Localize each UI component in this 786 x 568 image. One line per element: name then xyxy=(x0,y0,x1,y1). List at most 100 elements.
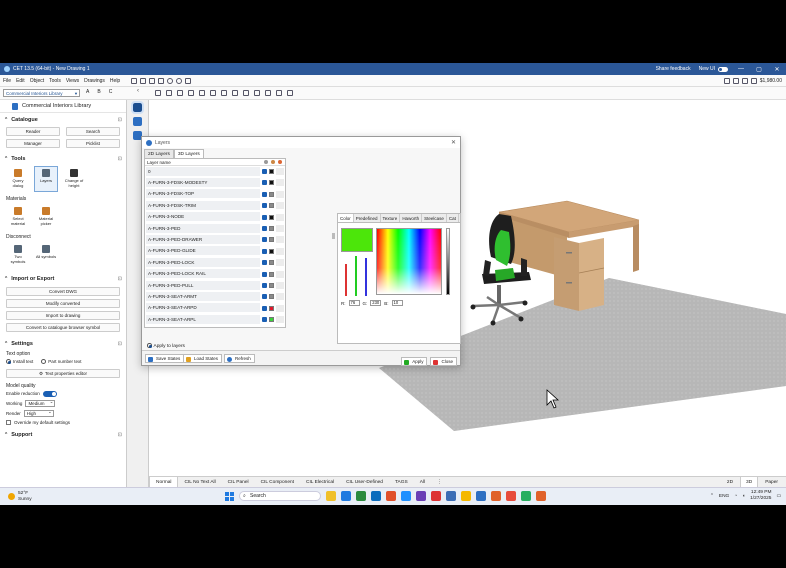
grid-icon[interactable] xyxy=(723,77,730,84)
zoom-out-icon[interactable] xyxy=(177,90,183,96)
tab-texture[interactable]: Texture xyxy=(381,214,401,222)
align-icon[interactable] xyxy=(254,90,260,96)
g-input[interactable]: 230 xyxy=(370,300,382,306)
modify-converted-button[interactable]: Modify converted xyxy=(6,299,120,308)
layer-color-swatch[interactable] xyxy=(269,260,274,266)
chevron-up-icon[interactable]: ⌃ xyxy=(710,494,714,499)
tab-c[interactable]: C xyxy=(109,89,113,95)
file-explorer-icon[interactable] xyxy=(326,491,336,501)
pin-icon[interactable]: ⊡ xyxy=(118,117,122,123)
layer-row[interactable]: A-FURN-3-PED xyxy=(145,223,285,235)
change-of-height-tool[interactable]: Change of height xyxy=(62,166,86,192)
close-icon[interactable]: ✕ xyxy=(451,139,456,146)
layer-material-cell[interactable] xyxy=(276,304,284,312)
app-icon-14[interactable] xyxy=(521,491,531,501)
app-icon-12[interactable] xyxy=(491,491,501,501)
layer-material-cell[interactable] xyxy=(276,247,284,255)
wifi-icon[interactable]: ◔ xyxy=(734,494,737,499)
install-text-radio[interactable]: Install text xyxy=(6,359,33,365)
blue-slider[interactable] xyxy=(365,258,367,296)
layer-material-cell[interactable] xyxy=(276,168,284,175)
manager-button[interactable]: Manager xyxy=(6,139,60,148)
layout-icon[interactable] xyxy=(732,77,739,84)
properties-tab-icon[interactable] xyxy=(133,117,142,126)
layer-material-cell[interactable] xyxy=(276,236,284,244)
layer-color-swatch[interactable] xyxy=(269,294,274,300)
layer-visible-checkbox[interactable] xyxy=(262,294,267,300)
menu-object[interactable]: Object xyxy=(30,78,44,84)
rgb-sliders[interactable] xyxy=(343,254,373,296)
cet-icon[interactable] xyxy=(476,491,486,501)
layer-visible-checkbox[interactable] xyxy=(262,191,267,197)
part-number-text-radio[interactable]: Part number text xyxy=(41,359,82,365)
layer-color-swatch[interactable] xyxy=(269,180,274,186)
layers-tool[interactable]: Layers xyxy=(34,166,58,192)
material-picker-tool[interactable]: Material picker xyxy=(34,204,58,230)
minimize-button[interactable]: — xyxy=(736,66,746,72)
clock[interactable]: 12:49 PM 1/27/2025 xyxy=(750,490,771,502)
notification-icon[interactable]: ▭ xyxy=(776,494,781,499)
app-icon-10[interactable] xyxy=(461,491,471,501)
layer-material-cell[interactable] xyxy=(276,270,284,278)
layer-row[interactable]: A-FURN-3-PED-GLIDE xyxy=(145,246,285,258)
reader-button[interactable]: Reader xyxy=(6,127,60,136)
layer-material-cell[interactable] xyxy=(276,202,284,210)
tab-normal[interactable]: Normal xyxy=(149,476,179,488)
move-icon[interactable] xyxy=(265,90,271,96)
color-spectrum[interactable] xyxy=(376,228,442,295)
layer-row[interactable]: A-FURN-3-FDSK-MODESTY xyxy=(145,177,285,189)
new-file-icon[interactable] xyxy=(131,77,138,84)
tab-cil-electrical[interactable]: CIL Electrical xyxy=(300,477,340,488)
convert-dwg-button[interactable]: Convert DWG xyxy=(6,287,120,296)
zoom-window-icon[interactable] xyxy=(199,90,205,96)
splitter[interactable] xyxy=(332,149,336,343)
layer-row[interactable]: A-FURN-3-PED-LOCK xyxy=(145,257,285,269)
tab-2d-layers[interactable]: 2D Layers xyxy=(144,149,174,158)
zoom-in-icon[interactable] xyxy=(166,90,172,96)
load-states-button[interactable]: Load States xyxy=(183,354,223,363)
app-icon-3[interactable] xyxy=(356,491,366,501)
layer-row[interactable]: A-FURN-3-SEAT-ARMT xyxy=(145,291,285,303)
maximize-button[interactable]: ▢ xyxy=(754,66,764,73)
layer-visible-checkbox[interactable] xyxy=(262,203,267,209)
menu-file[interactable]: File xyxy=(3,78,11,84)
tab-a[interactable]: A xyxy=(86,89,89,95)
collapse-panel-icon[interactable]: ‹ xyxy=(137,88,139,94)
pin-icon[interactable]: ⊡ xyxy=(118,156,122,162)
pan-icon[interactable] xyxy=(155,90,161,96)
menu-edit[interactable]: Edit xyxy=(16,78,25,84)
weather-widget[interactable]: 52°F Sunny xyxy=(8,491,32,502)
tab-tags[interactable]: TAGS xyxy=(389,477,414,488)
query-dialog-tool[interactable]: Query dialog xyxy=(6,166,30,192)
layer-visible-checkbox[interactable] xyxy=(262,282,267,288)
volume-icon[interactable]: ◖ xyxy=(742,494,745,499)
layer-row[interactable]: A-FURN-3-NODE xyxy=(145,212,285,223)
enable-reduction-toggle[interactable] xyxy=(42,390,57,397)
view-2d-tab[interactable]: 2D xyxy=(722,477,738,488)
chrome-icon[interactable] xyxy=(386,491,396,501)
tab-cil-panel[interactable]: CIL Panel xyxy=(222,477,255,488)
chevron-up-icon[interactable]: ⌃ xyxy=(4,117,8,123)
redo-icon[interactable] xyxy=(176,77,183,84)
view-options-icon[interactable] xyxy=(185,77,192,84)
layer-color-swatch[interactable] xyxy=(269,237,274,243)
print-icon[interactable] xyxy=(158,77,165,84)
layer-row[interactable]: A-FURN-3-SEAT-ARPD xyxy=(145,303,285,315)
layer-color-swatch[interactable] xyxy=(269,225,274,231)
layer-material-cell[interactable] xyxy=(276,259,284,267)
render-select[interactable]: High xyxy=(23,409,54,417)
language-indicator[interactable]: ENG xyxy=(719,494,729,499)
text-properties-editor-button[interactable]: ⚙ Text properties editor xyxy=(6,369,120,379)
menu-help[interactable]: Help xyxy=(110,78,120,84)
menu-tools[interactable]: Tools xyxy=(49,78,61,84)
select-icon[interactable] xyxy=(232,90,238,96)
tab-cil-component[interactable]: CIL Component xyxy=(255,477,300,488)
library-select[interactable]: Commercial Interiors Library ▼ xyxy=(3,89,80,97)
override-checkbox[interactable] xyxy=(6,419,11,425)
app-icon-9[interactable] xyxy=(446,491,456,501)
layer-visible-checkbox[interactable] xyxy=(262,237,267,243)
windows-start-icon[interactable] xyxy=(225,491,234,501)
refresh-button[interactable]: Refresh xyxy=(224,354,255,363)
close-button[interactable]: Close xyxy=(430,357,457,366)
tab-predefined[interactable]: Predefined xyxy=(354,214,381,222)
